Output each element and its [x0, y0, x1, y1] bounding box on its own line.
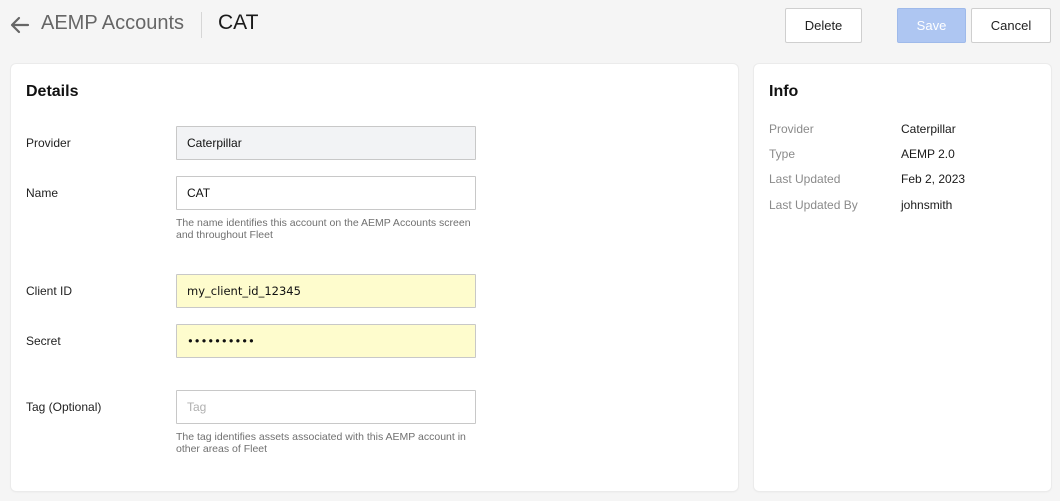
page-header: AEMP Accounts CAT Delete Save Cancel [0, 0, 1060, 50]
info-last-updated-key: Last Updated [769, 172, 841, 186]
info-card: Info Provider Caterpillar Type AEMP 2.0 … [754, 64, 1051, 491]
info-last-updated-value: Feb 2, 2023 [901, 172, 966, 186]
back-arrow-icon[interactable] [9, 14, 31, 36]
tag-field[interactable] [176, 390, 476, 424]
secret-field[interactable] [176, 324, 476, 358]
info-last-updated-by-key: Last Updated By [769, 198, 858, 212]
info-provider-key: Provider [769, 122, 814, 136]
info-type-value: AEMP 2.0 [901, 147, 955, 161]
save-button[interactable]: Save [897, 8, 966, 43]
info-last-updated-by-value: johnsmith [901, 198, 953, 212]
client-id-label: Client ID [26, 284, 73, 298]
tag-help-text: The tag identifies assets associated wit… [176, 431, 466, 455]
client-id-field[interactable] [176, 274, 476, 308]
details-title: Details [26, 83, 79, 100]
info-type-key: Type [769, 147, 796, 161]
breadcrumb-aemp-accounts[interactable]: AEMP Accounts [41, 12, 184, 35]
provider-label: Provider [26, 136, 71, 150]
cancel-button[interactable]: Cancel [971, 8, 1051, 43]
header-divider [201, 12, 202, 38]
provider-field [176, 126, 476, 160]
delete-button[interactable]: Delete [785, 8, 862, 43]
name-help-text: The name identifies this account on the … [176, 217, 471, 241]
name-field[interactable] [176, 176, 476, 210]
info-title: Info [769, 83, 799, 100]
secret-label: Secret [26, 334, 61, 348]
details-card: Details Provider Name The name identifie… [11, 64, 738, 491]
page-title: CAT [218, 11, 259, 34]
tag-label: Tag (Optional) [26, 400, 102, 414]
info-provider-value: Caterpillar [901, 122, 956, 136]
name-label: Name [26, 186, 59, 200]
